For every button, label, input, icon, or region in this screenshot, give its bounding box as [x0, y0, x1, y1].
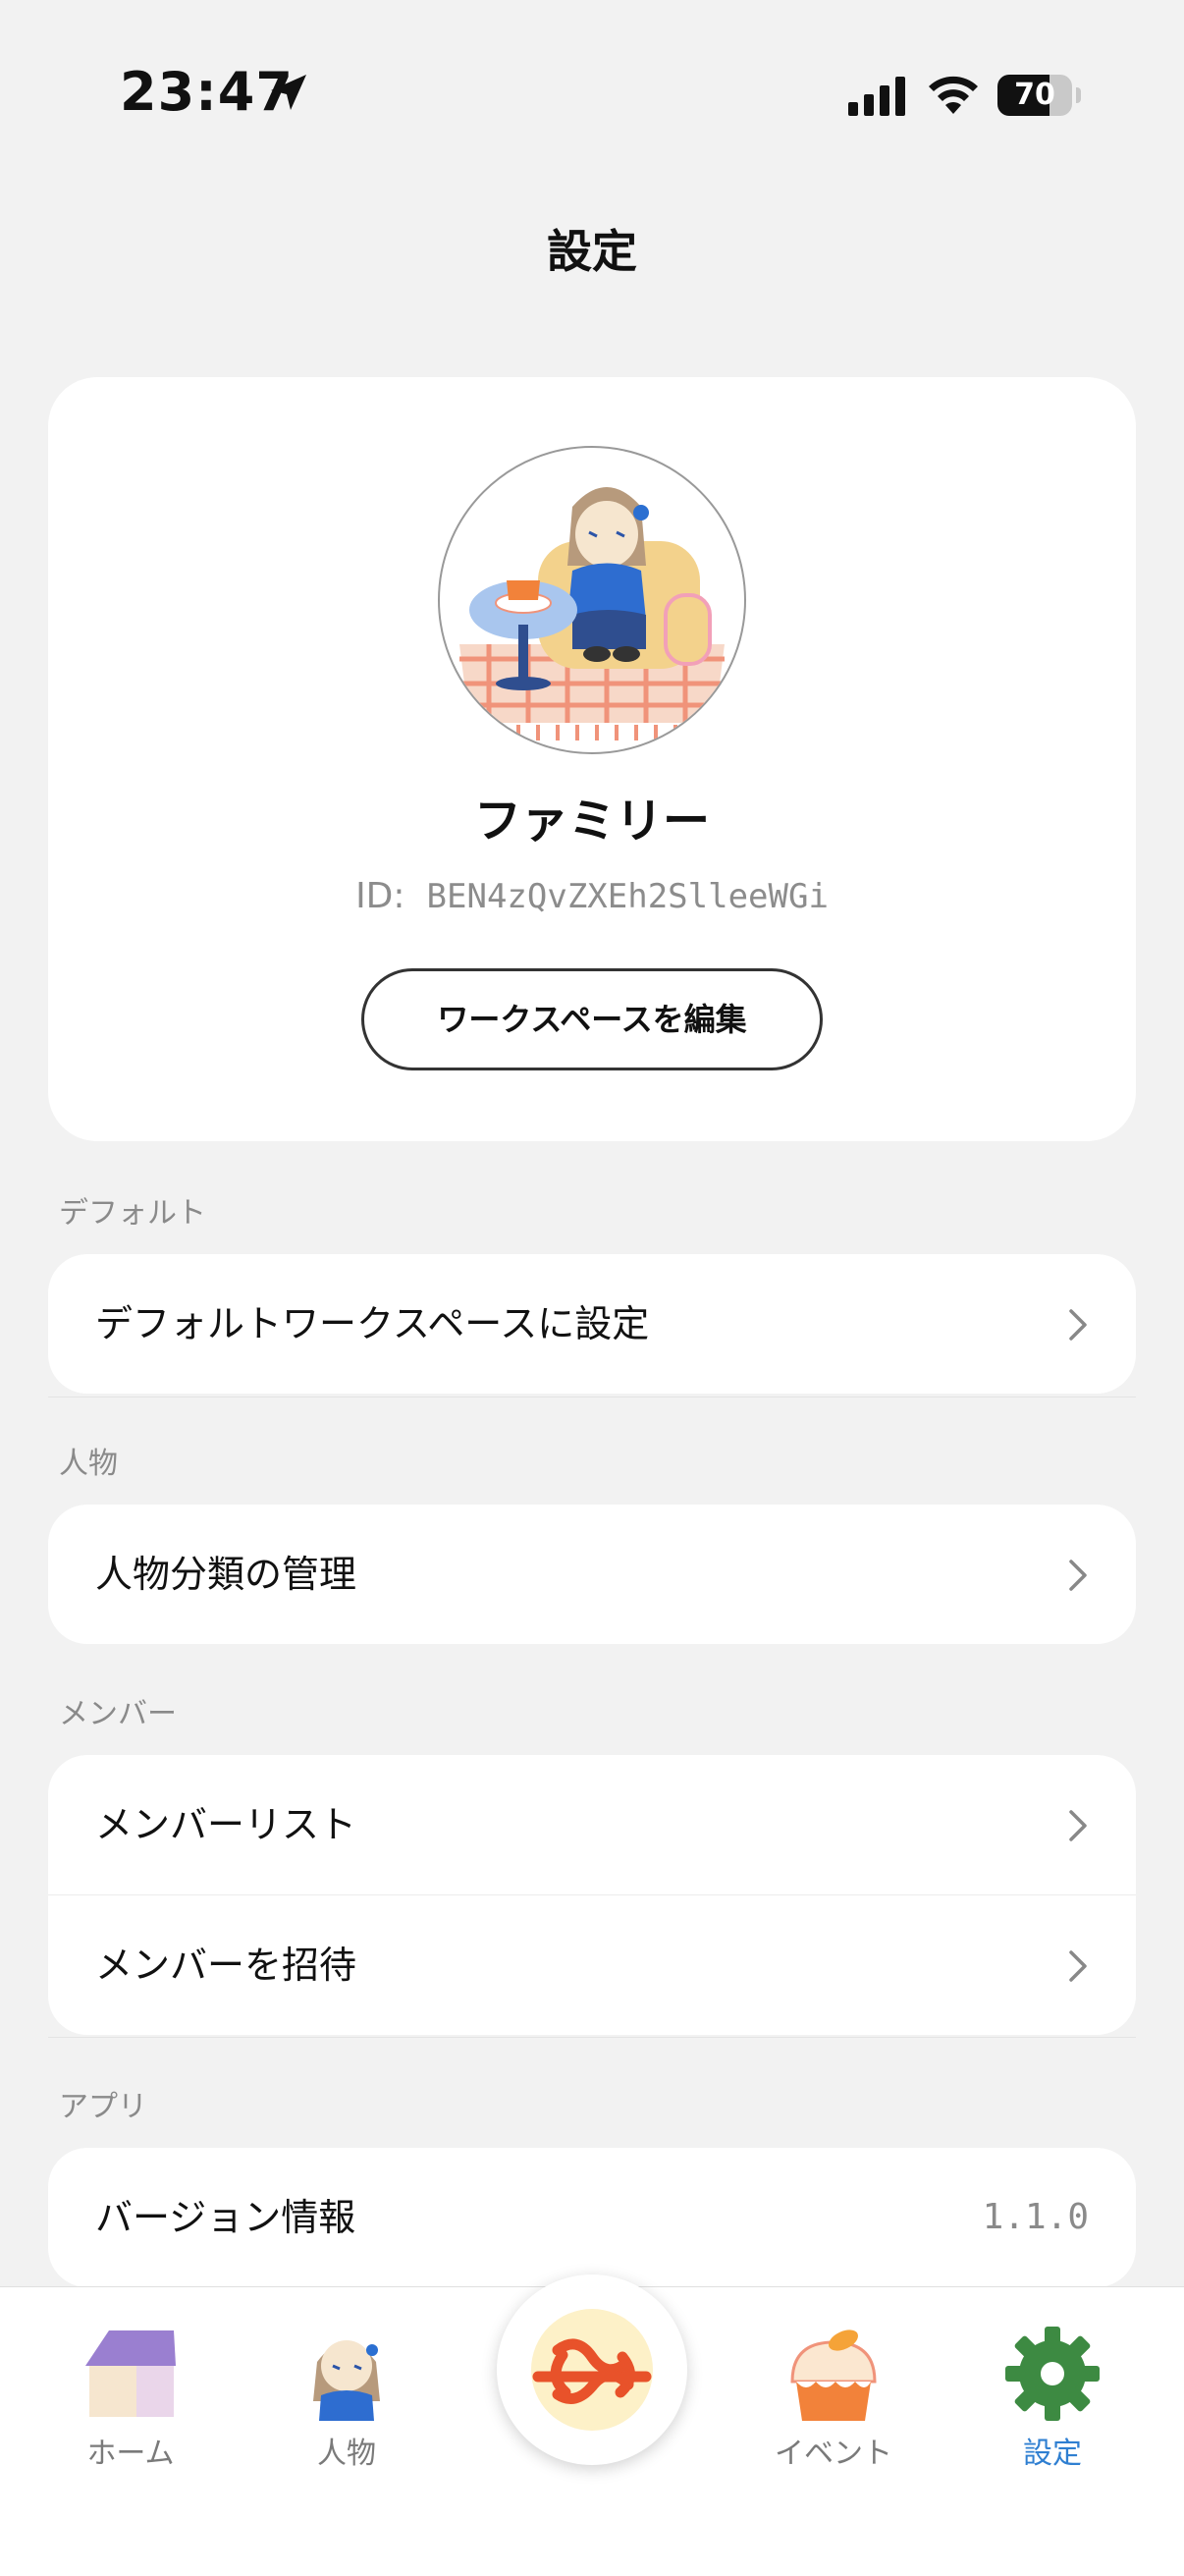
workspace-profile-card: ファミリー ID: BEN4zQvZXEh2SlleeWGi ワークスペースを編集 — [48, 377, 1136, 1141]
row-label: バージョン情報 — [95, 2196, 356, 2239]
tab-person[interactable]: 人物 — [258, 2323, 435, 2472]
section-title-person: 人物 — [59, 1447, 118, 1481]
tab-settings[interactable]: 設定 — [964, 2323, 1141, 2472]
chevron-right-icon — [1069, 1309, 1087, 1341]
section-title-member: メンバー — [59, 1697, 177, 1731]
version-value: 1.1.0 — [982, 2197, 1089, 2237]
tab-home[interactable]: ホーム — [42, 2323, 219, 2472]
edit-workspace-button[interactable]: ワークスペースを編集 — [361, 968, 823, 1070]
workspace-name: ファミリー — [473, 794, 710, 849]
app-settings-group: バージョン情報 1.1.0 — [48, 2148, 1136, 2287]
tab-event[interactable]: イベント — [745, 2323, 922, 2472]
status-bar: 23:47 70 — [0, 0, 1184, 187]
row-label: デフォルトワークスペースに設定 — [95, 1302, 650, 1345]
avatar-illustration — [459, 487, 725, 740]
invite-member-row[interactable]: メンバーを招待 — [48, 1894, 1136, 2035]
divider — [48, 1397, 1136, 1398]
row-label: 人物分類の管理 — [95, 1553, 357, 1596]
member-settings-group: メンバーリスト メンバーを招待 — [48, 1755, 1136, 2035]
chevron-right-icon — [1069, 1810, 1087, 1841]
location-arrow-icon — [271, 75, 306, 110]
chevron-right-icon — [1069, 1950, 1087, 1982]
cellular-signal-icon — [848, 77, 905, 116]
member-list-row[interactable]: メンバーリスト — [48, 1755, 1136, 1894]
section-title-default: デフォルト — [59, 1196, 206, 1231]
divider — [48, 2037, 1136, 2038]
workspace-id-label: ID: — [355, 876, 405, 916]
tab-label: 設定 — [1023, 2437, 1082, 2471]
chevron-right-icon — [1069, 1560, 1087, 1591]
gear-icon — [1005, 2327, 1100, 2421]
default-settings-group: デフォルトワークスペースに設定 — [48, 1254, 1136, 1394]
section-title-app: アプリ — [59, 2090, 147, 2124]
home-icon — [85, 2330, 176, 2417]
tab-label: 人物 — [317, 2437, 376, 2471]
page-title: 設定 — [547, 225, 637, 278]
person-icon — [313, 2340, 380, 2421]
manage-person-categories-row[interactable]: 人物分類の管理 — [48, 1505, 1136, 1644]
workspace-id: ID: BEN4zQvZXEh2SlleeWGi — [48, 876, 1136, 916]
row-label: メンバーリスト — [95, 1803, 357, 1846]
cake-icon — [790, 2329, 877, 2421]
row-label: メンバーを招待 — [95, 1944, 357, 1987]
workspace-avatar[interactable] — [438, 446, 746, 754]
set-default-workspace-row[interactable]: デフォルトワークスペースに設定 — [48, 1254, 1136, 1394]
person-settings-group: 人物分類の管理 — [48, 1505, 1136, 1644]
battery-indicator: 70 — [997, 75, 1081, 116]
battery-percentage: 70 — [1014, 78, 1055, 112]
knot-icon — [531, 2309, 653, 2431]
tab-label: イベント — [775, 2437, 892, 2471]
wifi-icon — [929, 76, 978, 114]
center-action-button[interactable] — [497, 2275, 687, 2465]
version-info-row: バージョン情報 1.1.0 — [48, 2148, 1136, 2287]
tab-label: ホーム — [86, 2437, 175, 2471]
workspace-id-value: BEN4zQvZXEh2SlleeWGi — [426, 877, 829, 916]
